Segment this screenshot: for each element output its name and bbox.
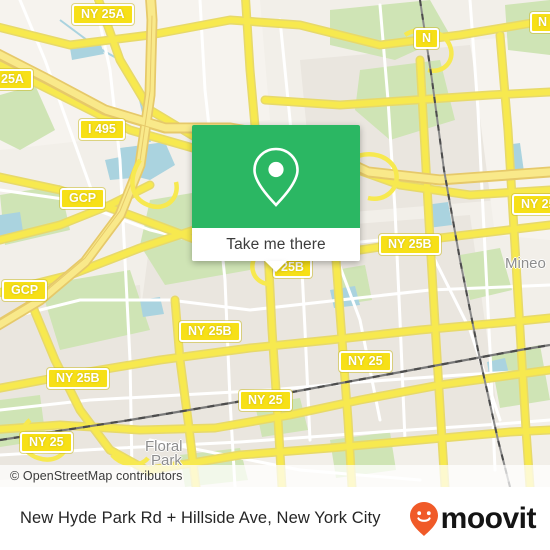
road-shield: NY 25A <box>512 194 550 215</box>
location-popup-card[interactable]: Take me there <box>192 125 360 272</box>
place-label: Mineo <box>505 255 546 272</box>
popup-tail <box>265 261 287 272</box>
road-shield: NY 25 <box>20 432 73 453</box>
road-shield: I 495 <box>79 119 125 140</box>
road-shield: NY 25B <box>179 321 241 342</box>
location-title: New Hyde Park Rd + Hillside Ave, New Yor… <box>20 509 381 527</box>
road-shield: NY 25A <box>72 4 134 25</box>
road-shield: NY 25 <box>339 351 392 372</box>
road-shield: GCP <box>2 280 48 301</box>
footer-bar: New Hyde Park Rd + Hillside Ave, New Yor… <box>0 487 550 550</box>
attribution-text: © OpenStreetMap contributors <box>10 469 183 483</box>
road-shield: 25A <box>0 69 33 90</box>
road-shield: N <box>414 28 440 49</box>
popup-image-area <box>192 125 360 228</box>
screenshot-root: NY 25A 25A I 495 GCP GCP NY 25B NY 25B N… <box>0 0 550 550</box>
popup-action-bar[interactable]: Take me there <box>192 228 360 272</box>
moovit-smiley-pin-icon <box>409 501 438 536</box>
map-canvas[interactable]: NY 25A 25A I 495 GCP GCP NY 25B NY 25B N… <box>0 0 550 487</box>
take-me-there-label: Take me there <box>226 235 326 253</box>
road-shield: GCP <box>60 188 106 209</box>
moovit-wordmark: moovit <box>440 501 537 535</box>
map-pin-icon <box>253 147 299 207</box>
road-shield: NY 25 <box>239 390 292 411</box>
road-shield: NY 25B <box>47 368 109 389</box>
road-shield: NY 25B <box>379 234 441 255</box>
road-shield: N <box>530 12 550 33</box>
map-attribution: © OpenStreetMap contributors <box>0 465 550 487</box>
moovit-logo: moovit <box>409 501 537 537</box>
